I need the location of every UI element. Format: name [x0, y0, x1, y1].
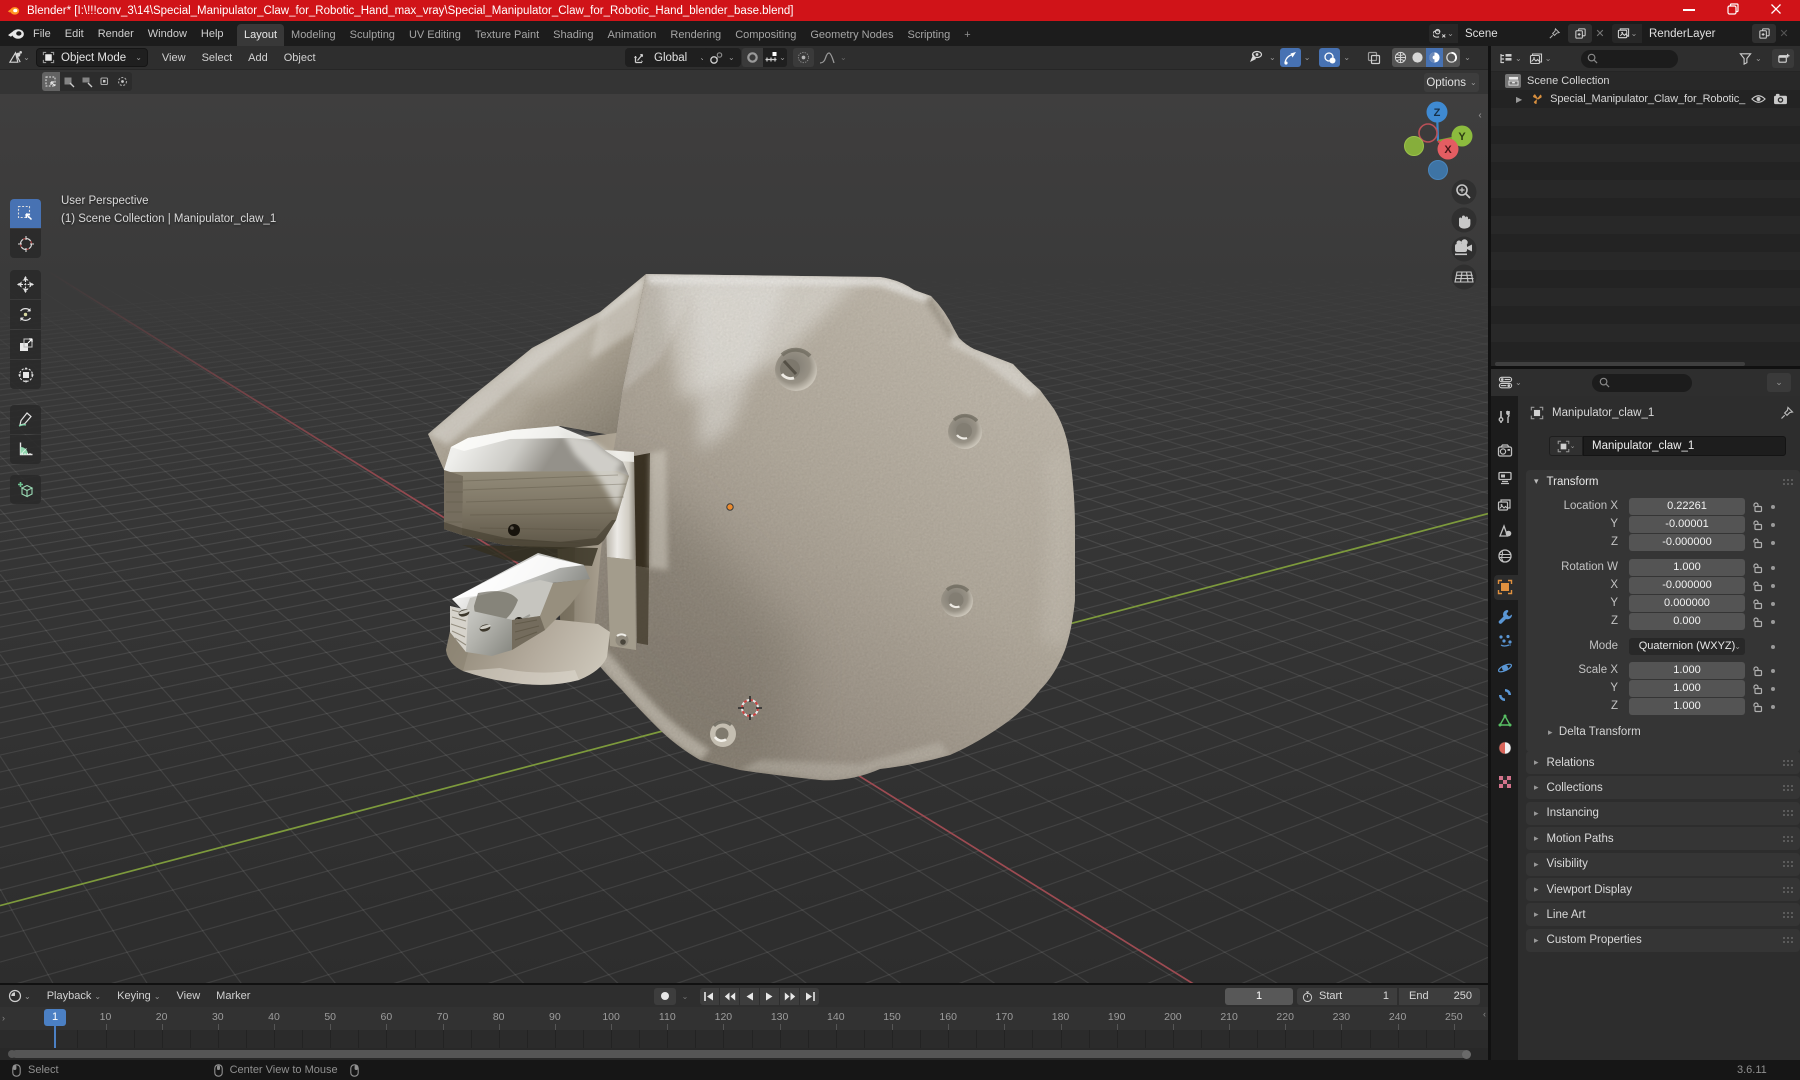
svg-text:‹: ‹ [1478, 110, 1481, 121]
svg-text:X: X [1444, 144, 1452, 156]
svg-text:Z: Z [1434, 107, 1441, 119]
svg-text:Y: Y [1458, 131, 1466, 143]
